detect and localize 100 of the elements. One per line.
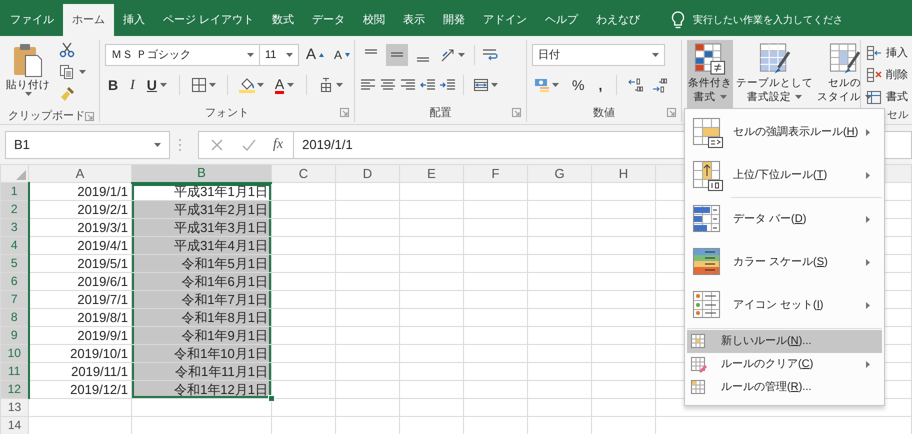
column-header[interactable]: D	[336, 164, 400, 182]
caret-icon[interactable]	[795, 95, 802, 99]
ribbon-tab[interactable]: 校閲	[354, 4, 394, 36]
row-header[interactable]: 6	[0, 272, 28, 290]
caret-icon[interactable]	[865, 95, 872, 99]
paint-bucket-icon[interactable]	[238, 77, 255, 93]
ribbon-tab[interactable]: データ	[303, 4, 354, 36]
column-header[interactable]: H	[592, 164, 656, 182]
ribbon-tab[interactable]: ヘルプ	[536, 4, 588, 36]
caret-icon[interactable]	[160, 83, 167, 87]
group-label: 配置	[430, 106, 452, 121]
caret-icon[interactable]	[256, 83, 264, 87]
dialog-launcher-icon[interactable]	[512, 108, 521, 118]
row-header[interactable]: 8	[0, 308, 28, 326]
row-header[interactable]: 14	[0, 416, 28, 434]
caret-icon[interactable]	[336, 83, 344, 87]
menu-item[interactable]: データ バー(D)	[687, 198, 882, 241]
comma-button[interactable]: ,	[595, 74, 606, 96]
paste-button[interactable]: 貼り付け	[5, 40, 51, 108]
text-orientation-icon[interactable]	[440, 47, 456, 63]
copy-icon[interactable]	[59, 64, 75, 80]
font-shrink-button[interactable]: A	[331, 46, 354, 64]
increase-decimal-icon[interactable]	[628, 77, 644, 93]
submenu-arrow-icon[interactable]	[866, 259, 870, 266]
italic-button[interactable]: I	[127, 74, 138, 96]
menu-item[interactable]: カラー スケール(S)	[687, 241, 882, 284]
ribbon-tab[interactable]: ファイル	[0, 4, 63, 36]
insert-function-button[interactable]: fx	[273, 134, 284, 155]
row-header[interactable]: 7	[0, 290, 28, 308]
column-header[interactable]: C	[272, 164, 336, 182]
submenu-arrow-icon[interactable]	[866, 361, 870, 368]
group-label: クリップボード	[8, 108, 85, 124]
submenu-arrow-icon[interactable]	[866, 216, 870, 223]
caret-icon[interactable]	[652, 53, 659, 57]
dialog-launcher-icon[interactable]	[85, 112, 94, 121]
scissors-icon[interactable]	[59, 42, 75, 58]
column-header[interactable]: G	[528, 164, 592, 182]
font-color-button[interactable]: A	[272, 76, 298, 94]
menu-item[interactable]: アイコン セット(I)	[687, 284, 882, 327]
paintbrush-icon[interactable]	[59, 86, 75, 102]
ribbon-tab[interactable]: アドイン	[474, 4, 536, 36]
row-header[interactable]: 3	[0, 218, 28, 236]
ribbon-tab[interactable]: 数式	[263, 4, 304, 36]
caret-icon[interactable]	[154, 142, 161, 146]
column-header[interactable]: E	[400, 164, 464, 182]
row-header[interactable]: 12	[0, 380, 28, 398]
currency-icon[interactable]	[534, 77, 550, 93]
ribbon-tab[interactable]: 表示	[394, 4, 434, 36]
row-header[interactable]: 4	[0, 236, 28, 254]
conditional-formatting-button[interactable]: 条件付き 書式	[687, 40, 733, 108]
row-header[interactable]: 9	[0, 326, 28, 344]
row-header[interactable]: 11	[0, 362, 28, 380]
align-middle-icon[interactable]	[386, 44, 408, 66]
format-as-table-button[interactable]: テーブルとして 書式設定	[735, 40, 814, 108]
merge-cells-icon[interactable]	[473, 77, 489, 93]
borders-icon[interactable]	[190, 77, 207, 93]
decrease-decimal-icon[interactable]	[652, 77, 668, 93]
tell-me-field[interactable]: 実行したい作業を入力してくださ	[693, 12, 846, 28]
font-size-dropdown[interactable]: 11	[259, 44, 299, 66]
ribbon-tab[interactable]: 開発	[434, 4, 474, 36]
menu-item[interactable]: 新しいルール(N)...	[687, 330, 882, 353]
font-name-dropdown[interactable]: ＭＳ Ｐゴシック	[105, 44, 260, 66]
caret-icon[interactable]	[79, 70, 86, 74]
caret-icon[interactable]	[24, 92, 32, 96]
table-cell: 令和1年9月1日	[132, 326, 272, 344]
dialog-launcher-icon[interactable]	[340, 108, 349, 118]
ribbon-tab[interactable]: ページ レイアウト	[154, 4, 264, 36]
ribbon-tab[interactable]: 挿入	[114, 4, 154, 36]
submenu-arrow-icon[interactable]	[866, 302, 870, 309]
submenu-arrow-icon[interactable]	[866, 172, 870, 179]
caret-icon[interactable]	[458, 53, 465, 57]
underline-button[interactable]: U	[144, 74, 170, 96]
ribbon-tab[interactable]: ホーム	[63, 4, 114, 36]
menu-item[interactable]: ルールのクリア(C)	[687, 353, 882, 376]
dialog-launcher-icon[interactable]	[667, 108, 676, 118]
row-header[interactable]: 10	[0, 344, 28, 362]
name-box[interactable]: B1	[5, 130, 170, 158]
percent-button[interactable]: %	[569, 74, 588, 96]
font-grow-button[interactable]: A	[303, 44, 328, 66]
number-format-dropdown[interactable]: 日付	[532, 44, 665, 66]
caret-icon[interactable]	[247, 53, 254, 57]
column-header[interactable]: B	[132, 164, 272, 182]
row-header[interactable]: 1	[0, 182, 28, 200]
caret-icon[interactable]	[286, 53, 293, 57]
column-header[interactable]: F	[464, 164, 528, 182]
submenu-arrow-icon[interactable]	[866, 129, 870, 136]
column-header[interactable]: A	[28, 164, 132, 182]
row-header[interactable]: 13	[0, 398, 28, 416]
wrap-text-icon[interactable]	[482, 47, 498, 63]
fill-handle[interactable]	[268, 395, 275, 402]
caret-icon[interactable]	[208, 83, 216, 87]
row-header[interactable]: 2	[0, 200, 28, 218]
menu-item[interactable]: ルールの管理(R)...	[687, 376, 882, 399]
caret-icon[interactable]	[287, 83, 294, 87]
caret-icon[interactable]	[552, 83, 559, 87]
caret-icon[interactable]	[491, 83, 498, 87]
ribbon-tab[interactable]: わえなび	[587, 4, 650, 36]
bold-button[interactable]: B	[105, 74, 122, 96]
row-header[interactable]: 5	[0, 254, 28, 272]
caret-icon[interactable]	[720, 95, 726, 99]
